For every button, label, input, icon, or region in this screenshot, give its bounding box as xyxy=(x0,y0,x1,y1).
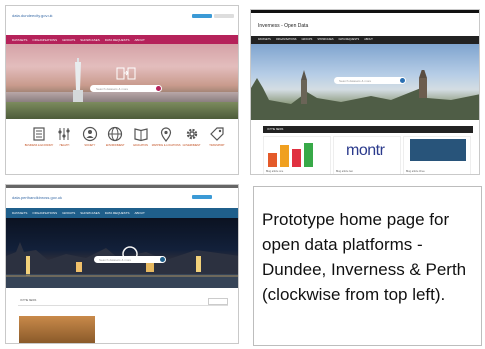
search-icon[interactable] xyxy=(156,86,161,91)
inverness-nav-bar: DATASETS ORGANISATIONS GROUPS SHOWCASES DATA… xyxy=(251,36,479,44)
category-person[interactable]: SOCIETY xyxy=(79,126,101,147)
category-label: SOCIETY xyxy=(84,144,96,147)
person-icon xyxy=(82,126,97,142)
gear-icon xyxy=(186,128,197,140)
book-icon xyxy=(134,128,148,142)
dundee-nav-item[interactable]: ABOUT xyxy=(134,38,144,42)
perth-nav-item[interactable]: GROUPS xyxy=(62,211,75,215)
inverness-nav-item[interactable]: ORGANISATIONS xyxy=(276,38,297,41)
montrose-logo: montr xyxy=(346,142,385,159)
news-thumbnail[interactable] xyxy=(19,316,95,343)
news-card-3[interactable]: Blog article three xyxy=(403,136,471,174)
category-label: HEALTH xyxy=(59,144,70,147)
category-book[interactable]: EDUCATION xyxy=(130,126,152,147)
building-icon xyxy=(33,127,45,141)
perth-header: data.perthandkinross.gov.uk xyxy=(6,185,238,206)
dundee-logo[interactable]: data.dundeecity.gov.uk xyxy=(12,13,53,18)
category-label: BUSINESS & ECONOMY xyxy=(24,144,54,147)
perth-nav-item[interactable]: DATA REQUESTS xyxy=(105,211,130,215)
sliders-icon xyxy=(58,128,71,140)
bar-graphic xyxy=(268,143,313,167)
inverness-nav-item[interactable]: SHOWCASES xyxy=(317,38,333,41)
search-icon[interactable] xyxy=(160,257,165,262)
dundee-nav-item[interactable]: SHOWCASES xyxy=(80,38,100,42)
dundee-nav-item[interactable]: ORGANISATIONS xyxy=(32,38,57,42)
monument-icon xyxy=(73,58,83,102)
map-pin-icon xyxy=(161,127,172,142)
perth-nav-item[interactable]: ABOUT xyxy=(134,211,144,215)
dundee-search-input[interactable]: Search datasets & more xyxy=(90,85,162,92)
tag-icon xyxy=(210,127,224,141)
perth-hero-image: Search datasets & more xyxy=(6,218,238,288)
category-label: GOVERNMENT xyxy=(182,144,201,147)
perth-logo[interactable]: data.perthandkinross.gov.uk xyxy=(12,195,62,200)
perth-nav-item[interactable]: SHOWCASES xyxy=(80,211,100,215)
search-icon[interactable] xyxy=(400,78,405,83)
inverness-prototype-screenshot: Inverness - Open Data DATASETS ORGANISATI… xyxy=(250,9,480,175)
inverness-nav-item[interactable]: GROUPS xyxy=(301,38,312,41)
perth-nav-bar: DATASETS ORGANISATIONS GROUPS SHOWCASES DATA… xyxy=(6,208,238,218)
more-news-button[interactable] xyxy=(208,298,228,305)
category-globe[interactable]: ENVIRONMENT xyxy=(104,126,126,147)
inverness-nav-item[interactable]: DATA REQUESTS xyxy=(339,38,360,41)
perth-search-input[interactable]: Search datasets & more xyxy=(94,256,166,263)
category-building[interactable]: BUSINESS & ECONOMY xyxy=(25,126,53,147)
category-label: TRANSPORT xyxy=(209,144,225,147)
inverness-title[interactable]: Inverness - Open Data xyxy=(258,23,308,29)
dundee-nav-bar: DATASETS ORGANISATIONS GROUPS SHOWCASES DATA… xyxy=(6,35,238,44)
category-map-pin[interactable]: MAPPING & LOCATIONS xyxy=(152,126,181,147)
category-label: EDUCATION xyxy=(133,144,148,147)
caption-box: Prototype home page for open data platfo… xyxy=(253,186,482,346)
dundee-login-button[interactable] xyxy=(192,14,212,18)
dundee-category-icons: BUSINESS & ECONOMY HEALTH SOCIETY ENVIRONME… xyxy=(25,126,228,147)
category-label: MAPPING & LOCATIONS xyxy=(151,144,181,147)
data-transfer-icon xyxy=(116,67,136,80)
dundee-nav-item[interactable]: GROUPS xyxy=(62,38,75,42)
category-sliders[interactable]: HEALTH xyxy=(53,126,75,147)
dundee-hero-image: Search datasets & more xyxy=(6,44,238,119)
news-card-1[interactable]: Blog article one xyxy=(263,136,331,174)
dundee-prototype-screenshot: data.dundeecity.gov.uk DATASETS ORGANISAT… xyxy=(5,5,239,175)
inverness-search-input[interactable]: Search datasets & more xyxy=(334,77,406,84)
dundee-register-button[interactable] xyxy=(214,14,234,18)
inverness-nav-item[interactable]: DATASETS xyxy=(258,38,271,41)
globe-icon xyxy=(108,126,123,142)
category-gear[interactable]: GOVERNMENT xyxy=(181,126,203,147)
inverness-header: Inverness - Open Data xyxy=(251,10,479,39)
perth-nav-item[interactable]: DATASETS xyxy=(12,211,27,215)
perth-news-heading: IN THE NEWS xyxy=(18,297,228,306)
dundee-header: data.dundeecity.gov.uk xyxy=(6,6,238,24)
perth-prototype-screenshot: data.perthandkinross.gov.uk DATASETS ORGA… xyxy=(5,184,239,344)
dundee-nav-item[interactable]: DATASETS xyxy=(12,38,27,42)
category-label: ENVIRONMENT xyxy=(106,144,125,147)
dundee-nav-item[interactable]: DATA REQUESTS xyxy=(105,38,130,42)
perth-nav-item[interactable]: ORGANISATIONS xyxy=(32,211,57,215)
caption-text: Prototype home page for open data platfo… xyxy=(262,210,467,304)
inverness-news-heading: IN THE NEWS xyxy=(263,126,473,133)
inverness-hero-image: Search datasets & more xyxy=(251,44,479,120)
category-tag[interactable]: TRANSPORT xyxy=(206,126,228,147)
inverness-nav-item[interactable]: ABOUT xyxy=(364,38,373,41)
perth-login-button[interactable] xyxy=(192,195,212,199)
